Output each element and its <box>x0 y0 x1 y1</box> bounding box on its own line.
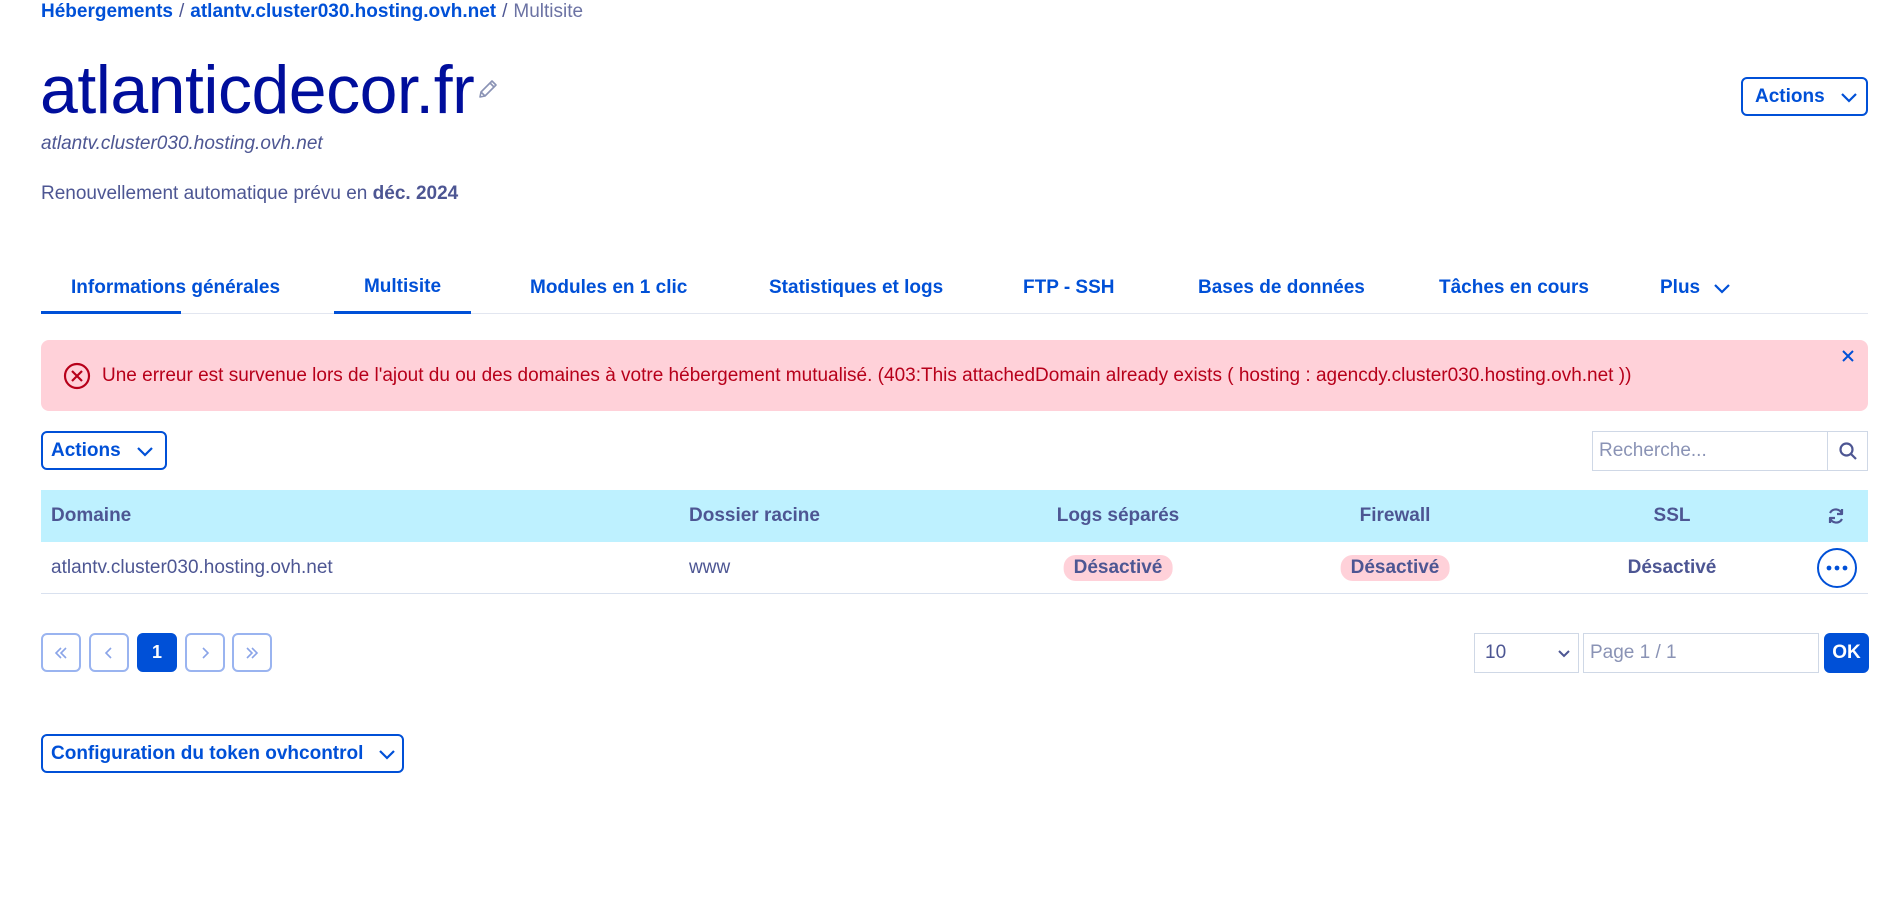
chevron-down-icon <box>1714 284 1730 294</box>
renewal-prefix: Renouvellement automatique prévu en <box>41 183 368 204</box>
page-size-value: 10 <box>1485 642 1507 663</box>
error-message: Une erreur est survenue lors de l'ajout … <box>102 365 1632 386</box>
column-header-logs[interactable]: Logs séparés <box>1057 505 1180 527</box>
column-header-domaine[interactable]: Domaine <box>51 505 131 527</box>
page-title: atlanticdecor.fr <box>40 52 475 128</box>
page-number-button[interactable]: 1 <box>137 633 177 672</box>
breadcrumb-link-hebergements[interactable]: Hébergements <box>41 1 173 22</box>
hosting-subtitle: atlantv.cluster030.hosting.ovh.net <box>41 133 323 154</box>
tab-label: Tâches en cours <box>1439 277 1589 298</box>
breadcrumb-separator: / <box>502 1 508 22</box>
search-box <box>1592 431 1868 471</box>
error-circle-icon <box>63 362 91 390</box>
tab-bar: Informations générales Multisite Modules… <box>41 262 1868 314</box>
last-page-button[interactable] <box>232 633 272 672</box>
tab-modules[interactable]: Modules en 1 clic <box>530 262 687 314</box>
breadcrumb-current: Multisite <box>513 1 584 22</box>
cell-domain: atlantv.cluster030.hosting.ovh.net <box>51 556 333 578</box>
first-page-button[interactable] <box>41 633 81 672</box>
token-config-label: Configuration du token ovhcontrol <box>51 742 364 764</box>
tab-plus[interactable]: Plus <box>1660 262 1732 314</box>
next-page-button[interactable] <box>185 633 225 672</box>
search-button[interactable] <box>1827 432 1867 470</box>
chevron-down-icon <box>1558 650 1570 658</box>
table-actions-label: Actions <box>51 439 121 461</box>
tab-label: Modules en 1 clic <box>530 277 688 298</box>
breadcrumb-link-hosting[interactable]: atlantv.cluster030.hosting.ovh.net <box>190 1 496 22</box>
pencil-icon[interactable] <box>476 77 500 101</box>
domains-table: Domaine Dossier racine Logs séparés Fire… <box>41 490 1868 594</box>
status-badge-logs: Désactivé <box>1063 554 1173 581</box>
table-row: atlantv.cluster030.hosting.ovh.net www D… <box>41 542 1868 594</box>
renewal-info: Renouvellement automatique prévu en déc.… <box>41 183 458 205</box>
table-actions-button[interactable]: Actions <box>41 431 167 470</box>
refresh-icon[interactable] <box>1826 506 1846 526</box>
page-size-select[interactable]: 10 <box>1474 633 1579 673</box>
column-header-firewall[interactable]: Firewall <box>1360 505 1431 527</box>
tab-label: Statistiques et logs <box>769 277 944 298</box>
tab-label: Bases de données <box>1198 277 1365 298</box>
double-chevron-right-icon <box>246 646 259 659</box>
tab-multisite-underline-spacer <box>41 262 181 314</box>
tab-bases-de-donnees[interactable]: Bases de données <box>1198 262 1365 314</box>
status-badge-firewall: Désactivé <box>1340 554 1450 581</box>
column-header-dossier-racine[interactable]: Dossier racine <box>689 505 820 527</box>
tab-label: Multisite <box>363 275 442 297</box>
tab-taches[interactable]: Tâches en cours <box>1439 262 1589 314</box>
tab-label: FTP - SSH <box>1023 277 1115 298</box>
chevron-left-icon <box>104 646 112 659</box>
breadcrumb-separator: / <box>179 1 185 22</box>
row-more-button[interactable] <box>1817 548 1857 588</box>
cell-root-folder: www <box>689 556 731 578</box>
ok-button[interactable]: OK <box>1824 633 1869 673</box>
chevron-down-icon <box>1840 92 1857 103</box>
column-header-ssl[interactable]: SSL <box>1654 505 1691 527</box>
ellipsis-icon <box>1826 565 1848 571</box>
tab-ftp-ssh[interactable]: FTP - SSH <box>1023 262 1115 314</box>
tab-multisite[interactable]: Multisite <box>334 262 471 314</box>
renewal-date: déc. 2024 <box>372 183 459 204</box>
chevron-down-icon <box>136 446 153 457</box>
tab-statistiques[interactable]: Statistiques et logs <box>769 262 943 314</box>
chevron-right-icon <box>202 646 210 659</box>
status-ssl: Désactivé <box>1627 556 1717 578</box>
table-header: Domaine Dossier racine Logs séparés Fire… <box>41 490 1868 542</box>
header-actions-label: Actions <box>1755 85 1825 107</box>
double-chevron-left-icon <box>54 646 67 659</box>
page-input[interactable]: Page 1 / 1 <box>1583 633 1819 673</box>
breadcrumb: Hébergements / atlantv.cluster030.hosting.… <box>41 0 583 24</box>
previous-page-button[interactable] <box>89 633 129 672</box>
search-icon <box>1838 442 1857 460</box>
tab-label: Plus <box>1660 277 1701 298</box>
search-input[interactable] <box>1593 432 1827 470</box>
error-alert: Une erreur est survenue lors de l'ajout … <box>41 340 1868 411</box>
header-actions-button[interactable]: Actions <box>1741 77 1868 116</box>
token-config-button[interactable]: Configuration du token ovhcontrol <box>41 734 404 773</box>
chevron-down-icon <box>379 749 396 760</box>
close-icon[interactable] <box>1838 346 1858 366</box>
